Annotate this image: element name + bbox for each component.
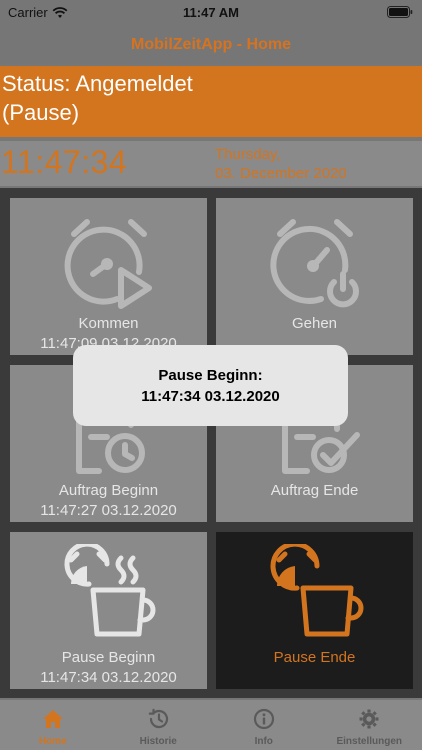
tab-historie-label: Historie bbox=[139, 736, 177, 747]
current-time: 11:47:34 bbox=[1, 144, 128, 180]
status-text: Status: Angemeldet bbox=[2, 71, 193, 96]
gehen-label: Gehen bbox=[291, 315, 338, 332]
tab-historie[interactable]: Historie bbox=[106, 700, 212, 750]
tab-einstellungen-label: Einstellungen bbox=[336, 736, 403, 747]
stopwatch-power-icon bbox=[269, 219, 359, 308]
tab-einstellungen[interactable]: Einstellungen bbox=[317, 700, 422, 750]
kommen-button[interactable]: Kommen 11:47:09 03.12.2020 bbox=[10, 198, 207, 355]
gehen-button[interactable]: Gehen bbox=[216, 198, 413, 355]
auftrag-beginn-label: Auftrag Beginn bbox=[58, 482, 159, 499]
status-panel: Status: Angemeldet (Pause) bbox=[0, 66, 422, 137]
pause-beginn-label: Pause Beginn bbox=[61, 649, 156, 666]
tab-info[interactable]: Info bbox=[211, 700, 317, 750]
pause-ende-label: Pause Ende bbox=[273, 649, 356, 666]
pause-beginn-timestamp: 11:47:34 03.12.2020 bbox=[40, 669, 177, 686]
page-title: MobilZeitApp - Home bbox=[131, 36, 291, 53]
auftrag-beginn-timestamp: 11:47:27 03.12.2020 bbox=[40, 502, 177, 519]
system-status-bar: Carrier 11:47 AM bbox=[0, 0, 422, 28]
alert-title: Pause Beginn: bbox=[158, 367, 263, 384]
alert-message: 11:47:34 03.12.2020 bbox=[141, 388, 280, 405]
navigation-bar: MobilZeitApp - Home bbox=[0, 28, 422, 64]
auftrag-ende-label: Auftrag Ende bbox=[270, 482, 359, 499]
stopwatch-play-icon bbox=[64, 219, 152, 309]
history-icon bbox=[148, 708, 169, 729]
tab-home-label: Home bbox=[38, 736, 67, 747]
action-grid: Kommen 11:47:09 03.12.2020 Gehen Auftrag… bbox=[0, 188, 422, 698]
tab-home[interactable]: Home bbox=[0, 700, 106, 750]
gear-icon bbox=[359, 709, 379, 729]
current-date: Thursday, 03. December 2020 bbox=[215, 145, 347, 183]
info-icon bbox=[253, 708, 274, 730]
pause-ende-button[interactable]: Pause Ende bbox=[216, 532, 413, 689]
tab-info-label: Info bbox=[254, 736, 273, 747]
status-substate: (Pause) bbox=[2, 100, 80, 125]
clock-row: 11:47:34 Thursday, 03. December 2020 bbox=[0, 141, 422, 186]
kommen-label: Kommen bbox=[78, 315, 139, 332]
home-icon bbox=[42, 710, 63, 728]
system-time: 11:47 AM bbox=[183, 5, 239, 20]
timer-coffee-steam-icon bbox=[64, 544, 155, 637]
battery-icon bbox=[387, 6, 413, 21]
date-label: 03. December 2020 bbox=[215, 165, 347, 182]
pause-beginn-button[interactable]: Pause Beginn 11:47:34 03.12.2020 bbox=[10, 532, 207, 689]
tab-bar: Home Historie Info Einstellungen bbox=[0, 700, 422, 750]
pause-alert: Pause Beginn: 11:47:34 03.12.2020 bbox=[73, 345, 348, 426]
weekday-label: Thursday, bbox=[215, 146, 281, 163]
timer-coffee-icon bbox=[270, 544, 363, 637]
